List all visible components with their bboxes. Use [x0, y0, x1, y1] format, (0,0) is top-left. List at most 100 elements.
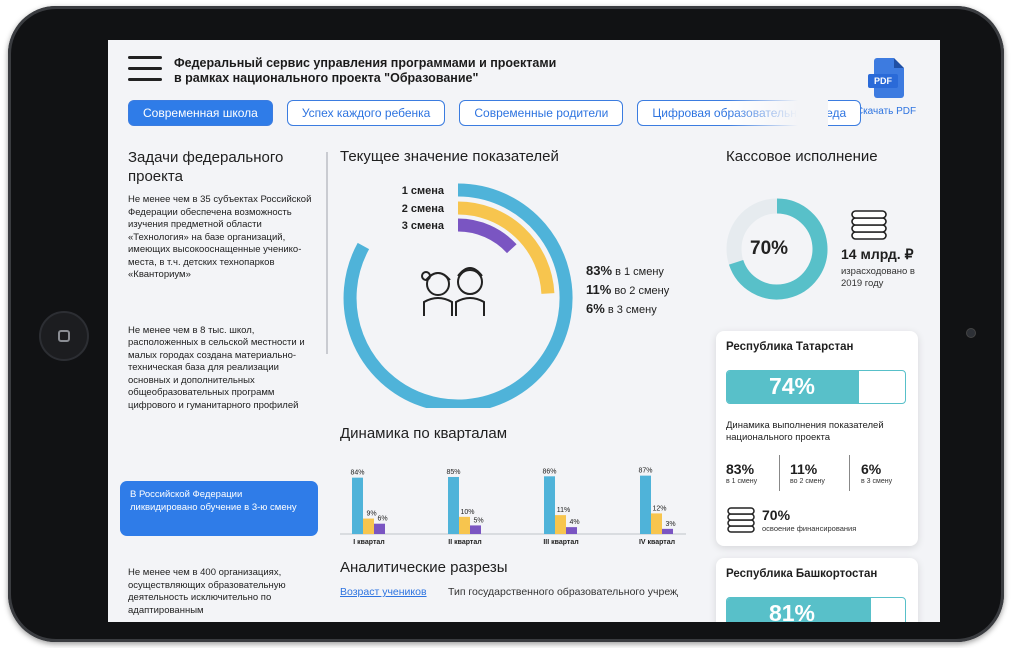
- stat-value: 11%: [790, 461, 818, 477]
- finance-value: 70%: [762, 507, 791, 523]
- legend-shift-3: 6% в 3 смену: [586, 301, 657, 316]
- bar-value-label: 10%: [460, 509, 474, 516]
- quarters-title: Динамика по кварталам: [340, 425, 508, 442]
- indicators-title: Текущее значение показателей: [340, 148, 559, 165]
- legend-pct-3: 6%: [586, 301, 605, 316]
- bar-1-1: [352, 477, 363, 534]
- cash-percent: 70%: [750, 238, 789, 259]
- tab-child-success[interactable]: Успех каждого ребенка: [286, 100, 446, 126]
- legend-shift-1: 83% в 1 смену: [586, 263, 664, 278]
- quarters-bar-chart: 84% 9%6% I квартал 85% 10%5% II квартал 86% 11%…: [340, 468, 686, 546]
- bar-4-3: [662, 528, 673, 534]
- donut-ring-2: [457, 201, 555, 294]
- camera-icon: [966, 328, 976, 338]
- region-desc: Динамика выполнения показателей национал…: [726, 420, 884, 443]
- region-progress-text: 81%: [768, 600, 816, 622]
- region-progress: 81%: [726, 597, 906, 622]
- region-stat-2: 11% во 2 смену: [790, 461, 825, 485]
- legend-text-2: во 2 смену: [614, 285, 670, 297]
- bar-value-label: 11%: [557, 507, 571, 514]
- bar-3-1: [544, 476, 555, 534]
- stat-label: во 2 смену: [790, 478, 825, 485]
- bar-2-3: [470, 525, 481, 534]
- bar-value-label: 5%: [473, 517, 483, 524]
- stat-label: в 1 смену: [726, 478, 758, 485]
- region-stat-3: 6% в 3 смену: [861, 461, 892, 485]
- stat-divider: [779, 455, 780, 491]
- region-card-tatarstan[interactable]: Республика Татарстан 74% Динамика выполн…: [716, 331, 918, 546]
- bar-value-label: 4%: [569, 519, 579, 526]
- home-button[interactable]: [39, 311, 89, 361]
- cash-title: Кассовое исполнение: [726, 148, 878, 165]
- stat-value: 6%: [861, 461, 882, 477]
- home-square-icon: [58, 330, 70, 342]
- bar-value-label: 9%: [366, 511, 376, 518]
- finance-coins-icon: [727, 507, 755, 533]
- legend-text-3: в 3 смену: [607, 304, 657, 316]
- bar-4-2: [651, 513, 662, 534]
- stat-divider: [849, 455, 850, 491]
- region-name: Республика Башкортостан: [726, 568, 878, 580]
- donut-ring-label-1: 1 смена: [402, 185, 445, 197]
- region-progress: 74%: [726, 370, 906, 404]
- bar-category-label: IV квартал: [639, 539, 675, 546]
- legend-text-1: в 1 смену: [615, 266, 664, 278]
- bar-value-label: 84%: [350, 470, 364, 477]
- app-title-line2: в рамках национального проекта "Образова…: [174, 71, 479, 85]
- children-icon: [421, 267, 485, 316]
- bar-1-3: [374, 523, 385, 534]
- bar-category-label: I квартал: [353, 539, 384, 546]
- coins-icon: [851, 210, 887, 240]
- shift-note-card[interactable]: В Российской Федерации ликвидировано обу…: [120, 481, 318, 536]
- donut-ring-3: [457, 218, 517, 254]
- column-divider: [326, 152, 328, 354]
- pdf-file-icon: PDF: [868, 58, 904, 102]
- bar-2-2: [459, 516, 470, 534]
- bar-value-label: 12%: [652, 505, 666, 512]
- cash-amount: 14 млрд. ₽: [841, 246, 914, 262]
- stat-label: в 3 смену: [861, 478, 893, 485]
- bar-1-2: [363, 518, 374, 534]
- tab-modern-parents[interactable]: Современные родители: [459, 100, 624, 126]
- shift-donut-chart: 1 смена 2 смена 3 смена: [343, 183, 573, 408]
- app-screen: Федеральный сервис управления программам…: [108, 40, 940, 622]
- app-title: Федеральный сервис управления программам…: [174, 56, 634, 86]
- region-card-bashkortostan[interactable]: Республика Башкортостан 81%: [716, 558, 918, 622]
- bar-category-label: II квартал: [448, 539, 481, 546]
- institution-type-link[interactable]: Тип государственного образовательного уч…: [448, 586, 678, 598]
- stat-value: 83%: [726, 461, 755, 477]
- app-title-line1: Федеральный сервис управления программам…: [174, 56, 557, 70]
- bar-value-label: 85%: [446, 469, 460, 476]
- donut-ring-label-3: 3 смена: [402, 220, 445, 232]
- donut-ring-label-2: 2 смена: [402, 203, 445, 215]
- legend-pct-2: 11%: [586, 282, 612, 297]
- bar-value-label: 6%: [377, 516, 387, 523]
- region-stat-1: 83% в 1 смену: [726, 461, 757, 485]
- analytics-title: Аналитические разрезы: [340, 559, 508, 576]
- task-text-3: Не менее чем в 400 организациях, осущест…: [128, 567, 286, 616]
- bar-3-3: [566, 527, 577, 534]
- legend-pct-1: 83%: [586, 263, 613, 278]
- tasks-heading: Задачи федерального проекта: [128, 149, 284, 185]
- bar-value-label: 87%: [638, 468, 652, 475]
- bar-value-label: 3%: [665, 521, 675, 528]
- bar-3-2: [555, 515, 566, 534]
- finance-label: освоение финансирования: [762, 524, 857, 533]
- pdf-badge: PDF: [868, 74, 898, 88]
- donut-arc-3: [457, 218, 517, 254]
- tabs-fade: [728, 96, 828, 130]
- region-name: Республика Татарстан: [726, 341, 854, 353]
- bar-2-1: [448, 476, 459, 534]
- hamburger-menu-icon[interactable]: [128, 56, 162, 82]
- region-progress-text: 74%: [768, 373, 816, 399]
- tab-modern-school[interactable]: Современная школа: [128, 100, 273, 126]
- task-text-1: Не менее чем в 35 субъектах Российской Ф…: [128, 194, 312, 280]
- bar-4-1: [640, 475, 651, 534]
- bar-value-label: 86%: [542, 468, 556, 475]
- bar-category-label: III квартал: [543, 539, 578, 546]
- age-link[interactable]: Возраст учеников: [340, 586, 427, 598]
- tasks-column: Задачи федерального проекта Не менее чем…: [128, 148, 323, 616]
- cash-note: израсходовано в 2019 году: [841, 266, 915, 289]
- legend-shift-2: 11% во 2 смену: [586, 282, 669, 297]
- task-text-2: Не менее чем в 8 тыс. школ, расположенны…: [128, 324, 305, 411]
